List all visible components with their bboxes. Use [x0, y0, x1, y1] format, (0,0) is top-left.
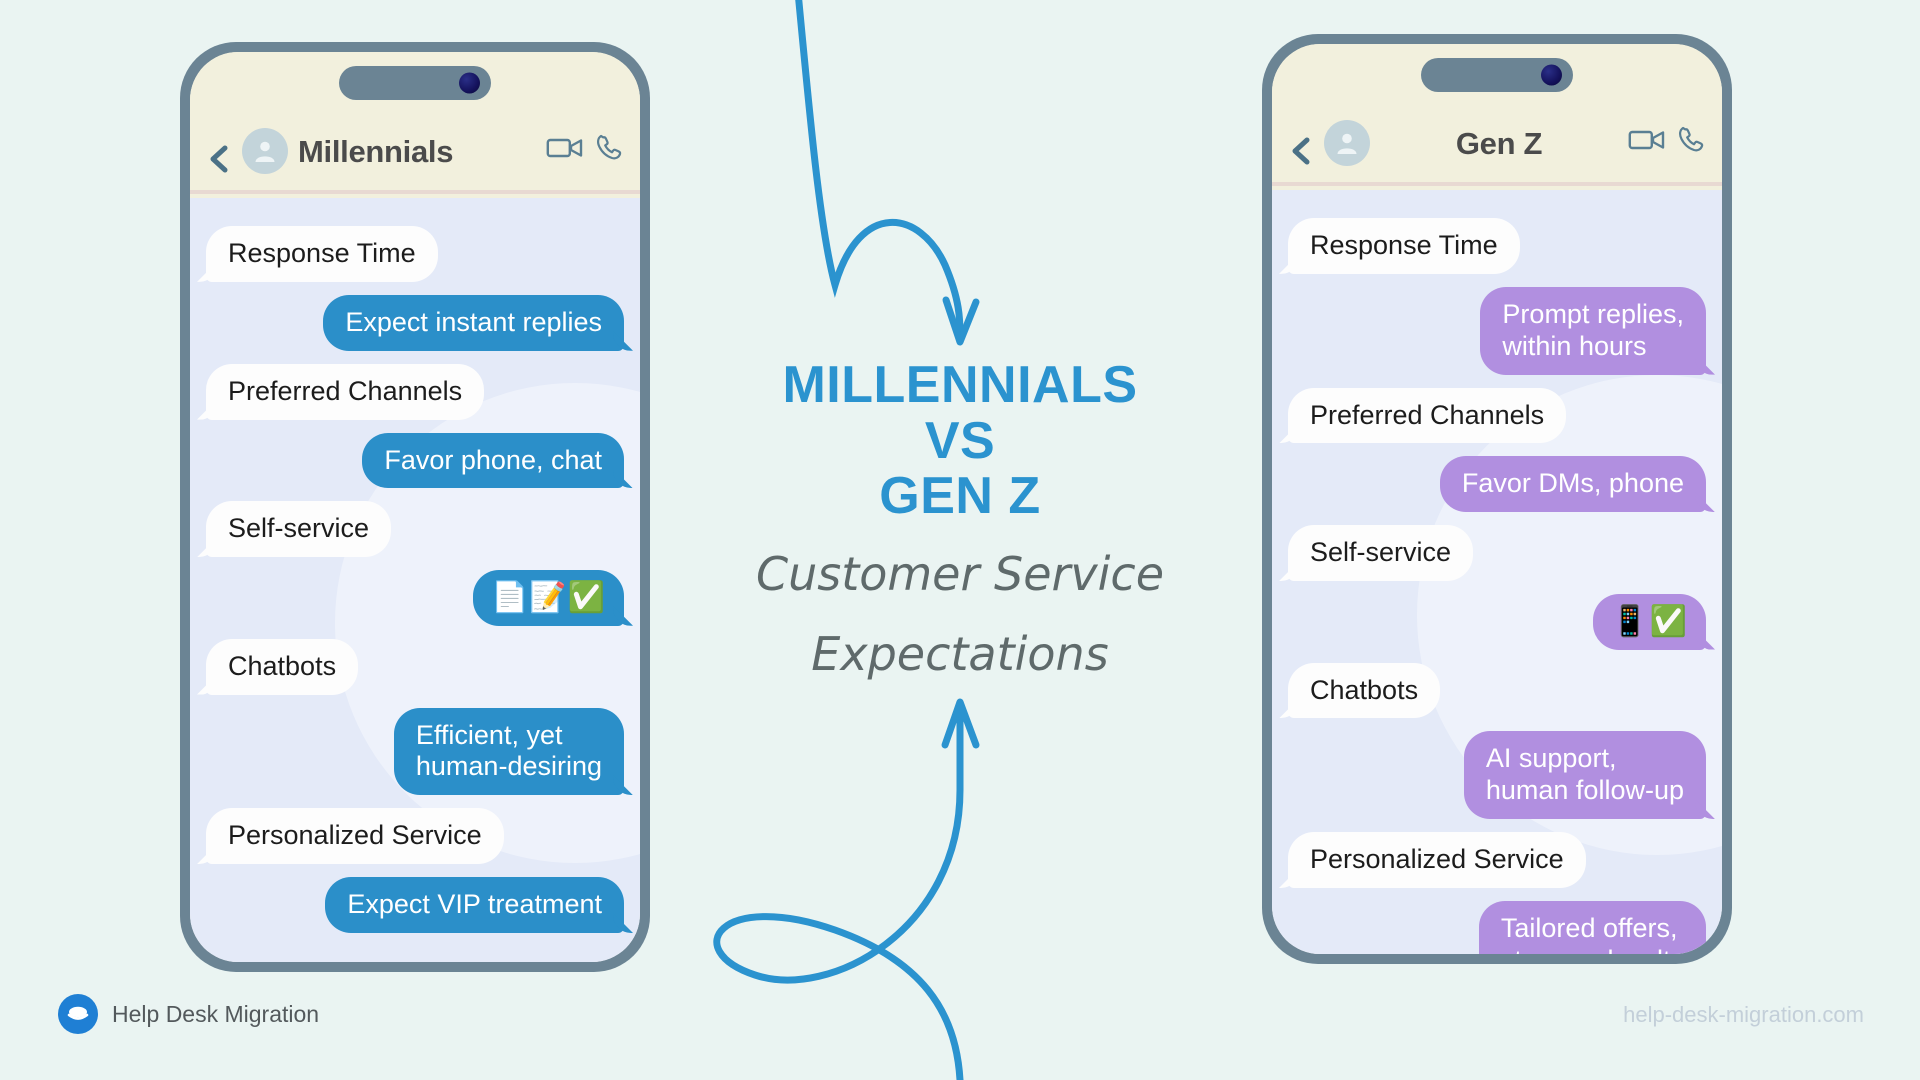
- chevron-left-icon[interactable]: [206, 144, 232, 173]
- chat-bubble[interactable]: 📱✅: [1593, 594, 1706, 650]
- chat-row: AI support, human follow-up: [1288, 731, 1706, 820]
- center-title-line3: GEN Z: [879, 467, 1041, 526]
- chevron-left-icon[interactable]: [1288, 136, 1314, 165]
- chat-bubble[interactable]: 📄📝✅: [472, 570, 624, 626]
- chat-row: Preferred Channels: [206, 363, 624, 420]
- chat-row: Response Time: [206, 226, 624, 282]
- chat-row: 📄📝✅: [206, 570, 624, 626]
- chat-row: Personalized Service: [206, 808, 624, 865]
- phone-mockup-millennials: Millennials Response Time Expect instant r…: [180, 42, 650, 972]
- chat-bubble[interactable]: Favor phone, chat: [362, 432, 624, 489]
- chat-bubble[interactable]: Chatbots: [1288, 662, 1441, 719]
- chat-row: Expect VIP treatment: [206, 877, 624, 933]
- chat-bubble[interactable]: Response Time: [206, 226, 438, 282]
- person-avatar-icon[interactable]: [1324, 120, 1370, 166]
- person-avatar-icon[interactable]: [242, 128, 288, 174]
- chat-title: Millennials: [298, 134, 454, 169]
- center-subtitle-line1: Customer Service: [755, 546, 1165, 601]
- chat-thread[interactable]: Response Time Expect instant replies Prefe…: [190, 198, 640, 962]
- chat-row: Response Time: [1288, 218, 1706, 274]
- chat-bubble[interactable]: AI support, human follow-up: [1463, 731, 1706, 820]
- chat-bubble[interactable]: Chatbots: [206, 638, 359, 695]
- chat-row: Prompt replies, within hours: [1288, 286, 1706, 375]
- chat-title: Gen Z: [1455, 126, 1543, 161]
- front-camera-icon: [1541, 64, 1562, 86]
- chat-bubble[interactable]: Favor DMs, phone: [1439, 456, 1706, 513]
- chat-bubble[interactable]: Efficient, yet human-desiring: [393, 707, 624, 796]
- footer-brand: Help Desk Migration: [58, 994, 319, 1034]
- phone-notch: [1421, 58, 1573, 92]
- decorative-arrows: [713, 0, 980, 1080]
- phone-notch: [339, 66, 491, 100]
- chat-bubble[interactable]: Preferred Channels: [1288, 387, 1567, 444]
- chat-row: Tailored offers, stronger loyalty: [1288, 900, 1706, 954]
- center-subtitle-line2: Expectations: [811, 626, 1109, 681]
- chat-bubble[interactable]: Expect instant replies: [323, 294, 624, 351]
- chat-row: 📱✅: [1288, 594, 1706, 650]
- chat-bubble[interactable]: Personalized Service: [1288, 832, 1586, 888]
- chat-row: Efficient, yet human-desiring: [206, 707, 624, 796]
- chat-bubble[interactable]: Expect VIP treatment: [325, 877, 624, 933]
- chat-bubble[interactable]: Preferred Channels: [206, 363, 485, 420]
- front-camera-icon: [459, 72, 480, 94]
- center-title-line1: MILLENNIALS: [782, 356, 1138, 414]
- footer-url: help-desk-migration.com: [1623, 1002, 1864, 1027]
- chat-row: Preferred Channels: [1288, 387, 1706, 444]
- phone-handset-icon[interactable]: [594, 133, 624, 168]
- chat-row: Chatbots: [206, 638, 624, 695]
- chat-bubble[interactable]: Tailored offers, stronger loyalty: [1478, 900, 1706, 954]
- center-title-line2: VS: [924, 411, 996, 470]
- chat-row: Chatbots: [1288, 662, 1706, 719]
- chat-bubble[interactable]: Prompt replies, within hours: [1480, 286, 1706, 375]
- video-camera-icon[interactable]: [546, 135, 584, 166]
- chat-row: Self-service: [1288, 525, 1706, 582]
- chat-thread[interactable]: Response Time Prompt replies, within hour…: [1272, 190, 1722, 954]
- chat-bubble[interactable]: Self-service: [206, 501, 392, 558]
- chat-bubble[interactable]: Response Time: [1288, 218, 1520, 274]
- chat-bubble[interactable]: Personalized Service: [206, 808, 504, 865]
- phone-handset-icon[interactable]: [1676, 125, 1706, 160]
- phone-mockup-genz: Gen Z Response Time Prompt replies, within…: [1262, 34, 1732, 964]
- chat-row: Favor DMs, phone: [1288, 456, 1706, 513]
- chat-row: Self-service: [206, 501, 624, 558]
- help-desk-migration-logo-icon: [58, 994, 98, 1034]
- video-camera-icon[interactable]: [1628, 127, 1666, 158]
- footer-brand-label: Help Desk Migration: [112, 1000, 320, 1027]
- chat-bubble[interactable]: Self-service: [1288, 525, 1474, 582]
- center-column: MILLENNIALS VS GEN Z Customer Service Ex…: [660, 0, 1260, 1080]
- chat-row: Personalized Service: [1288, 832, 1706, 888]
- chat-row: Favor phone, chat: [206, 432, 624, 489]
- chat-row: Expect instant replies: [206, 294, 624, 351]
